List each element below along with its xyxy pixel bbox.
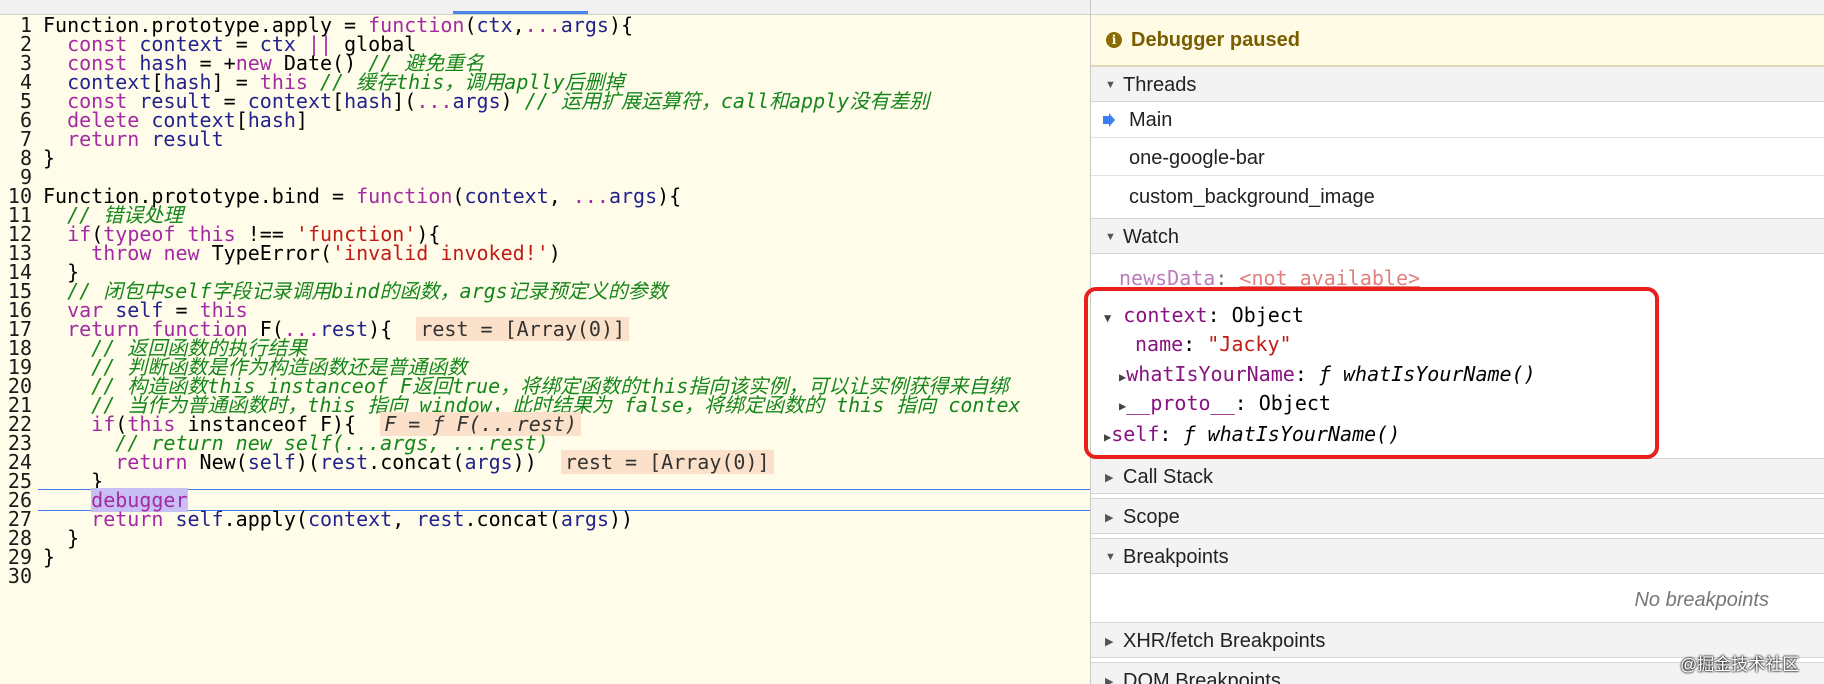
current-thread-arrow-icon <box>1103 113 1115 127</box>
info-icon: i <box>1106 32 1122 48</box>
code-line[interactable]: 30 <box>0 565 32 587</box>
line-number[interactable]: 30 <box>0 565 32 587</box>
section-title: XHR/fetch Breakpoints <box>1123 630 1326 652</box>
code-text: return New(self)(rest.concat(args)) rest… <box>43 450 774 474</box>
expand-arrow-icon: ▶ <box>1105 676 1114 684</box>
debugger-toolbar <box>1091 0 1824 15</box>
breakpoints-section-header[interactable]: ▼ Breakpoints <box>1091 538 1824 574</box>
section-title: Breakpoints <box>1123 546 1229 568</box>
code-text: return result <box>67 127 224 151</box>
expand-arrow-icon: ▶ <box>1105 636 1114 648</box>
code-text: } <box>43 146 56 170</box>
paused-status: Debugger paused <box>1131 29 1300 51</box>
code-text: return self.apply(context, rest.concat(a… <box>91 507 634 531</box>
threads-section-header[interactable]: ▼ Threads <box>1091 66 1824 102</box>
watermark: @掘金技术社区 <box>1680 655 1800 674</box>
thread-label: Main <box>1129 109 1173 131</box>
expand-arrow-icon: ▶ <box>1105 512 1114 524</box>
thread-label: one-google-bar <box>1129 147 1265 169</box>
expand-arrow-icon: ▼ <box>1105 231 1116 243</box>
paused-banner: i Debugger paused <box>1091 15 1824 66</box>
code-editor[interactable]: 1 Function.prototype.apply = function(ctx… <box>0 0 1090 684</box>
thread-item-main[interactable]: Main <box>1091 102 1824 138</box>
no-breakpoints-message: No breakpoints <box>1634 589 1769 611</box>
section-title: Threads <box>1123 74 1197 96</box>
watch-section-header[interactable]: ▼ Watch <box>1091 218 1824 254</box>
expand-arrow-icon: ▼ <box>1105 79 1116 91</box>
thread-label: custom_background_image <box>1129 186 1375 208</box>
inline-value: rest = [Array(0)] <box>560 450 774 474</box>
annotation-highlight-box <box>1084 287 1659 459</box>
section-title: Watch <box>1123 226 1179 248</box>
thread-item[interactable]: custom_background_image <box>1091 179 1824 215</box>
section-title: DOM Breakpoints <box>1123 670 1281 684</box>
scope-section-header[interactable]: ▶ Scope <box>1091 498 1824 534</box>
section-title: Call Stack <box>1123 466 1214 488</box>
expand-arrow-icon: ▶ <box>1105 472 1114 484</box>
inline-value: rest = [Array(0)] <box>416 317 630 341</box>
code-text: throw new TypeError('invalid invoked!') <box>91 241 561 265</box>
call-stack-section-header[interactable]: ▶ Call Stack <box>1091 458 1824 494</box>
section-title: Scope <box>1123 506 1180 528</box>
thread-item[interactable]: one-google-bar <box>1091 140 1824 176</box>
expand-arrow-icon: ▼ <box>1105 551 1116 563</box>
code-text: } <box>43 545 56 569</box>
